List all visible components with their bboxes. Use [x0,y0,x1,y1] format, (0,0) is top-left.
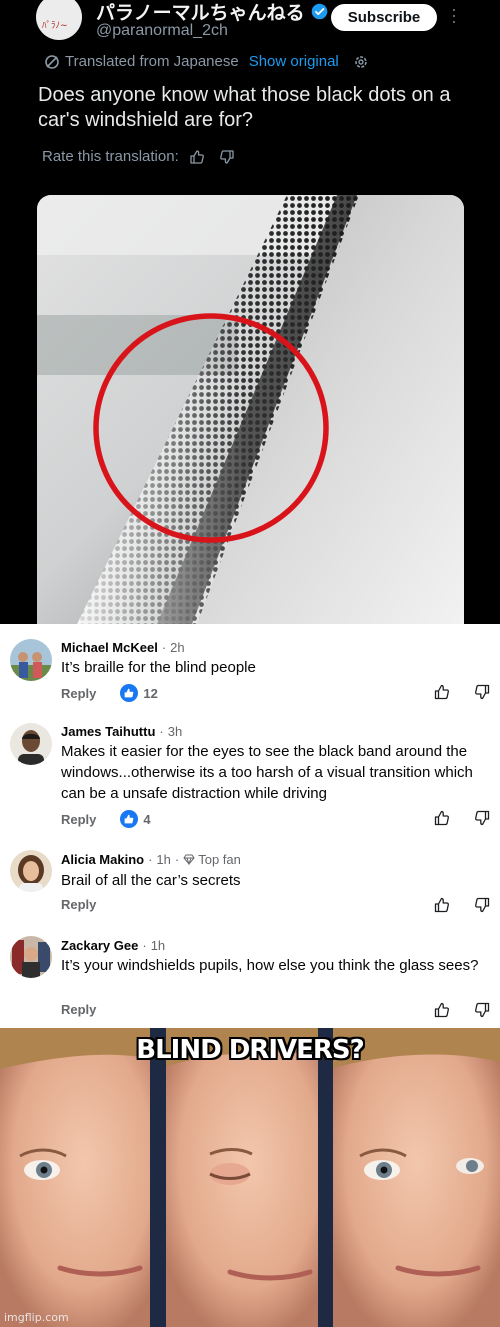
comment-time-sep: · [159,724,164,739]
comment-header: Zackary Gee · 1h [61,938,165,953]
like-bubble-icon [120,684,139,702]
subscribe-button[interactable]: Subscribe [331,4,437,31]
comment-time-sep: · [161,640,167,655]
more-options-icon[interactable]: · · · [450,0,458,30]
commenter-name[interactable]: Michael McKeel [61,640,158,655]
rate-label: Rate this translation: [42,148,179,165]
badge-label: Top fan [198,852,241,867]
comment-time[interactable]: 1h [151,938,165,953]
rate-translation-row: Rate this translation: [42,148,235,165]
comment-time[interactable]: 3h [168,724,182,739]
commenter-name[interactable]: Alicia Makino [61,852,144,867]
thumbs-up-icon[interactable] [434,810,450,826]
tweet-card: ﾊﾟﾗﾉ~ パラノーマルちゃんねる @paranormal_2ch Subscr… [0,0,500,624]
like-count: 4 [143,811,151,827]
meme-caption: BLIND DRIVERS? [136,1035,364,1065]
comment-actions: Reply [61,897,96,912]
user-handle[interactable]: @paranormal_2ch [96,22,228,40]
show-original-link[interactable]: Show original [249,53,339,70]
thumbs-down-icon[interactable] [474,684,490,700]
avatar[interactable] [10,723,52,765]
avatar[interactable] [10,639,52,681]
reply-button[interactable]: Reply [61,897,96,912]
comment-header: Michael McKeel · 2h [61,640,185,655]
comment-text: It’s your windshields pupils, how else y… [61,957,479,974]
translated-label: Translated from Japanese [65,53,239,70]
thumbs-down-icon[interactable] [474,810,490,826]
top-fan-badge: Top fan [183,852,241,867]
comment-actions: Reply 4 [61,810,151,828]
imgflip-watermark: imgflip.com [4,1311,69,1324]
like-count-badge[interactable]: 12 [120,684,158,702]
diamond-icon [183,854,195,865]
thumbs-up-icon[interactable] [434,897,450,913]
avatar[interactable] [10,850,52,892]
meme-panel-1 [0,1028,166,1327]
comment-time[interactable]: 1h [156,852,170,867]
like-bubble-icon [120,810,139,828]
comments-section: Michael McKeel · 2h It’s braille for the… [0,624,500,1028]
blinking-guy-meme [0,1028,500,1327]
comment-badge-sep: · [174,852,180,867]
commenter-name[interactable]: Zackary Gee [61,938,138,953]
translate-icon [45,54,59,69]
like-count: 12 [143,685,158,701]
vote-buttons [434,1002,500,1018]
thumbs-down-icon[interactable] [474,1002,490,1018]
comment-text: It’s braille for the blind people [61,659,256,676]
comment-actions: Reply [61,1002,96,1017]
vote-buttons [434,684,500,700]
comment-text: Brail of all the car’s secrets [61,872,241,889]
meme-panel-2 [166,1028,333,1327]
verified-badge-icon [311,3,327,20]
comment-header: Alicia Makino · 1h · Top fan [61,852,241,867]
reply-button[interactable]: Reply [61,1002,96,1017]
windshield-photo[interactable] [37,195,464,624]
thumbs-down-icon[interactable] [219,149,235,165]
thumbs-up-icon[interactable] [189,149,205,165]
commenter-name[interactable]: James Taihuttu [61,724,155,739]
comment-time-sep: · [148,852,153,867]
reply-button[interactable]: Reply [61,686,96,701]
comment-time-sep: · [142,938,147,953]
avatar[interactable] [10,936,52,978]
tweet-text: Does anyone know what those black dots o… [38,84,451,131]
avatar-logo-icon: ﾊﾟﾗﾉ~ [42,21,68,31]
profile-avatar[interactable]: ﾊﾟﾗﾉ~ [36,0,82,40]
thumbs-up-icon[interactable] [434,684,450,700]
like-count-badge[interactable]: 4 [120,810,151,828]
vote-buttons [434,897,500,913]
gear-icon[interactable] [353,54,369,70]
meme-panel-3 [333,1028,500,1327]
comment-header: James Taihuttu · 3h [61,724,182,739]
vote-buttons [434,810,500,826]
comment-text: Makes it easier for the eyes to see the … [61,743,473,802]
reply-button[interactable]: Reply [61,812,96,827]
translation-row: Translated from Japanese Show original [44,53,369,70]
comment-actions: Reply 12 [61,684,158,702]
thumbs-up-icon[interactable] [434,1002,450,1018]
thumbs-down-icon[interactable] [474,897,490,913]
comment-time[interactable]: 2h [170,640,184,655]
